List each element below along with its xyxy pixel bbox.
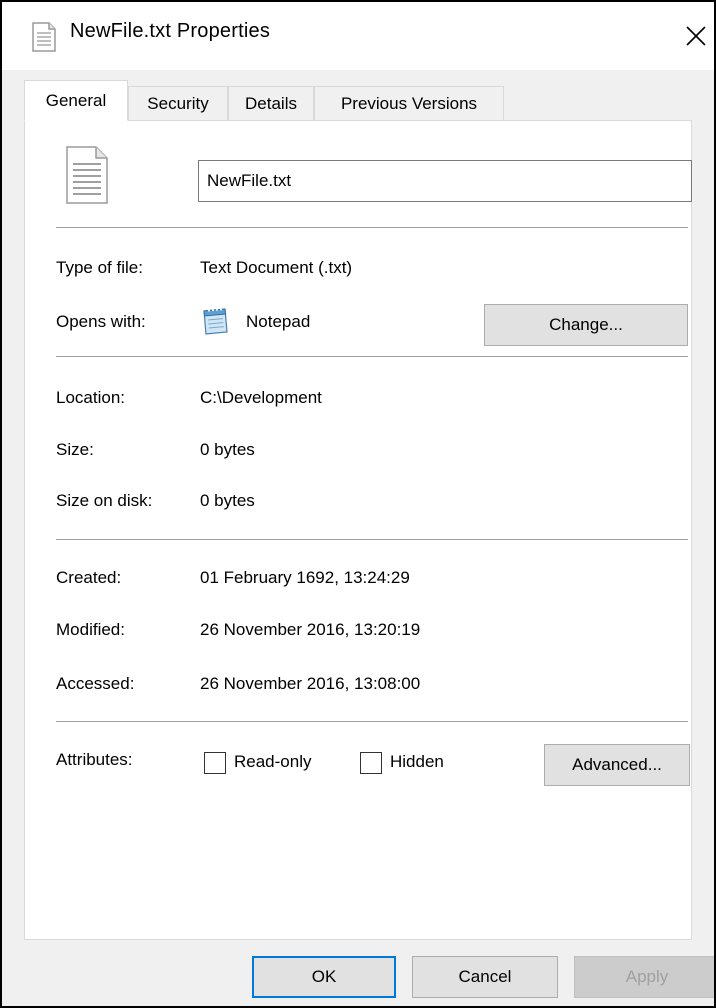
modified-label: Modified: bbox=[56, 620, 125, 639]
text-document-icon bbox=[32, 22, 56, 52]
tab-label: Details bbox=[245, 94, 297, 113]
location-value: C:\Development bbox=[200, 388, 322, 407]
size-value: 0 bytes bbox=[200, 440, 255, 459]
tab-panel-general bbox=[24, 120, 692, 940]
modified-value: 26 November 2016, 13:20:19 bbox=[200, 620, 421, 639]
file-name-input[interactable] bbox=[198, 160, 692, 202]
tab-details[interactable]: Details bbox=[228, 86, 314, 120]
accessed-label: Accessed: bbox=[56, 674, 135, 693]
close-button[interactable] bbox=[678, 14, 714, 58]
tab-previous-versions[interactable]: Previous Versions bbox=[314, 86, 504, 120]
size-on-disk-value: 0 bytes bbox=[200, 491, 255, 510]
divider bbox=[56, 539, 688, 540]
window-title: NewFile.txt Properties bbox=[70, 20, 271, 42]
type-of-file-value: Text Document (.txt) bbox=[200, 258, 353, 277]
hidden-checkbox[interactable] bbox=[360, 752, 382, 774]
opens-with-label: Opens with: bbox=[56, 312, 146, 331]
read-only-label[interactable]: Read-only bbox=[234, 752, 312, 772]
title-bar[interactable]: NewFile.txt Properties bbox=[2, 2, 714, 70]
change-button[interactable]: Change... bbox=[484, 304, 688, 346]
notepad-icon bbox=[200, 306, 230, 341]
text-document-icon bbox=[66, 146, 108, 209]
ok-button[interactable]: OK bbox=[252, 956, 396, 998]
size-label: Size: bbox=[56, 440, 94, 459]
close-icon bbox=[686, 26, 706, 46]
tab-label: Security bbox=[147, 94, 209, 113]
type-of-file-label: Type of file: bbox=[56, 258, 143, 277]
attributes-label: Attributes: bbox=[56, 750, 133, 769]
accessed-value: 26 November 2016, 13:08:00 bbox=[200, 674, 421, 693]
size-on-disk-label: Size on disk: bbox=[56, 491, 153, 510]
opens-with-value: Notepad bbox=[246, 312, 311, 331]
tab-label: Previous Versions bbox=[340, 94, 478, 113]
hidden-label[interactable]: Hidden bbox=[390, 752, 444, 772]
divider bbox=[56, 227, 688, 228]
created-value: 01 February 1692, 13:24:29 bbox=[200, 568, 410, 587]
divider bbox=[56, 721, 688, 722]
properties-dialog: NewFile.txt Properties General Security … bbox=[0, 0, 716, 1008]
divider bbox=[56, 356, 688, 357]
advanced-button[interactable]: Advanced... bbox=[544, 744, 690, 786]
tab-general[interactable]: General bbox=[24, 80, 128, 121]
dialog-body: General Security Details Previous Versio… bbox=[2, 70, 714, 1006]
created-label: Created: bbox=[56, 568, 122, 587]
cancel-button[interactable]: Cancel bbox=[412, 956, 558, 998]
read-only-checkbox[interactable] bbox=[204, 752, 226, 774]
apply-button[interactable]: Apply bbox=[574, 956, 714, 998]
location-label: Location: bbox=[56, 388, 125, 407]
tab-label: General bbox=[45, 91, 107, 110]
tab-security[interactable]: Security bbox=[128, 86, 228, 120]
